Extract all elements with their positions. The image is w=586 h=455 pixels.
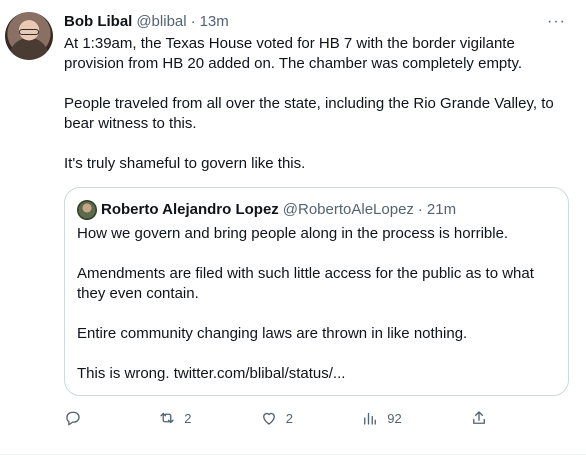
- quoted-paragraph: How we govern and bring people along in …: [77, 225, 509, 242]
- like-button[interactable]: 2: [260, 409, 293, 427]
- timestamp[interactable]: 13m: [200, 12, 229, 32]
- tweet-header: Bob Libal @blibal · 13m ···: [64, 12, 570, 32]
- quoted-author-handle: @RobertoAleLopez: [282, 201, 414, 218]
- retweet-icon: [160, 412, 174, 424]
- quoted-tweet[interactable]: Roberto Alejandro Lopez @RobertoAleLopez…: [64, 187, 569, 396]
- quoted-paragraph: Amendments are filed with such little ac…: [77, 265, 534, 302]
- more-options-icon[interactable]: ···: [547, 12, 566, 32]
- quoted-avatar: [77, 200, 97, 220]
- tweet-paragraph: People traveled from all over the state,…: [64, 95, 554, 132]
- tweet-paragraph: At 1:39am, the Texas House voted for HB …: [64, 35, 522, 72]
- views-icon: [364, 412, 377, 425]
- author-name[interactable]: Bob Libal: [64, 12, 132, 32]
- retweet-button[interactable]: 2: [158, 409, 192, 427]
- quoted-paragraph: This is wrong. twitter.com/blibal/status…: [77, 365, 346, 382]
- views-count: 92: [387, 410, 402, 426]
- separator: ·: [190, 13, 196, 30]
- quoted-tweet-header: Roberto Alejandro Lopez @RobertoAleLopez…: [77, 200, 556, 220]
- retweet-count: 2: [184, 410, 192, 426]
- glasses-detail: [19, 29, 39, 35]
- author-handle[interactable]: @blibal: [136, 12, 186, 32]
- quoted-author-name: Roberto Alejandro Lopez: [101, 201, 279, 218]
- tweet: Bob Libal @blibal · 13m ··· At 1:39am, t…: [0, 0, 586, 455]
- quoted-tweet-text: How we govern and bring people along in …: [77, 224, 556, 384]
- tweet-paragraph: It's truly shameful to govern like this.: [64, 155, 306, 172]
- quoted-paragraph: Entire community changing laws are throw…: [77, 325, 468, 342]
- views-button[interactable]: 92: [361, 409, 402, 427]
- reply-icon: [66, 411, 80, 426]
- tweet-text: At 1:39am, the Texas House voted for HB …: [64, 34, 574, 194]
- action-bar: 2 2 92: [64, 405, 488, 431]
- like-count: 2: [285, 410, 293, 426]
- heart-icon: [262, 412, 275, 425]
- avatar[interactable]: [5, 12, 53, 60]
- share-button[interactable]: [470, 409, 488, 427]
- share-icon: [473, 411, 485, 424]
- quoted-timestamp: 21m: [426, 201, 457, 218]
- separator: ·: [417, 201, 423, 218]
- reply-button[interactable]: [64, 409, 90, 427]
